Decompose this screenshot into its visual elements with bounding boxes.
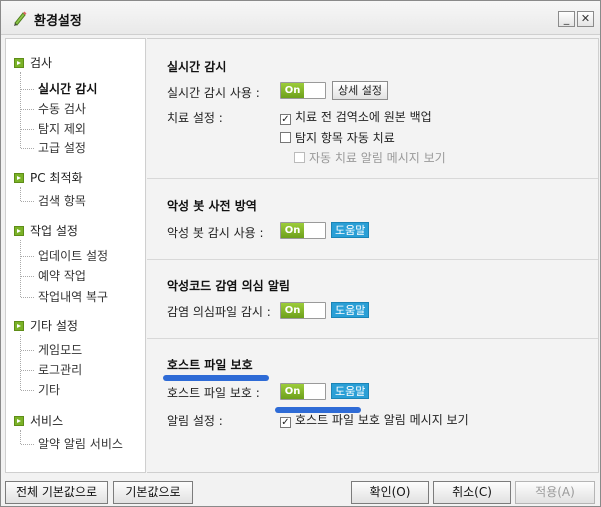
alert-settings-label: 알림 설정 : — [167, 414, 223, 428]
category-label: 작업 설정 — [30, 224, 78, 238]
sidebar-item-scheduled[interactable]: 예약 작업 — [38, 267, 86, 285]
checkbox-box: ✓ — [280, 417, 291, 428]
tree-tick — [21, 350, 34, 351]
toggle-on-label: On — [281, 303, 304, 318]
auto-cure-alert-checkbox[interactable]: 자동 치료 알림 메시지 보기 — [294, 150, 446, 166]
infection-use-label: 감염 의심파일 감시 : — [167, 305, 271, 319]
pencil-icon — [14, 11, 27, 26]
bullet-icon — [14, 416, 24, 426]
botnet-toggle[interactable]: On — [280, 222, 326, 239]
cure-settings-label: 치료 설정 : — [167, 111, 223, 125]
sidebar-category-other[interactable]: 기타 설정 — [14, 317, 78, 335]
sidebar-item-game-mode[interactable]: 게임모드 — [38, 341, 82, 359]
tree-tick — [21, 201, 34, 202]
tree-line — [20, 72, 21, 148]
sidebar-category-service[interactable]: 서비스 — [14, 412, 63, 430]
tree-tick — [21, 129, 34, 130]
tree-tick — [21, 276, 34, 277]
checkbox-label: 호스트 파일 보호 알림 메시지 보기 — [295, 413, 469, 427]
window-title: 환경설정 — [34, 14, 82, 29]
sidebar-item-alyac-alert[interactable]: 알약 알림 서비스 — [38, 435, 123, 453]
section-title: 실시간 감시 — [167, 60, 227, 74]
sidebar-item-manual-scan[interactable]: 수동 검사 — [38, 100, 86, 118]
realtime-toggle[interactable]: On — [280, 82, 326, 99]
checkbox-label: 자동 치료 알림 메시지 보기 — [309, 151, 446, 165]
infection-help-button[interactable]: 도움말 — [331, 302, 370, 318]
bullet-icon — [14, 226, 24, 236]
sidebar-category-tasks[interactable]: 작업 설정 — [14, 222, 78, 240]
hosts-use-label: 호스트 파일 보호 : — [167, 386, 260, 400]
toggle-on-label: On — [281, 83, 304, 98]
minimize-button[interactable]: _ — [558, 11, 575, 27]
section-title: 악성 봇 사전 방역 — [167, 199, 257, 213]
checkbox-box — [294, 152, 305, 163]
apply-button[interactable]: 적용(A) — [515, 481, 595, 504]
close-button[interactable]: ✕ — [577, 11, 594, 27]
sidebar-item-etc[interactable]: 기타 — [38, 381, 60, 399]
tree-tick — [21, 370, 34, 371]
section-hosts: 호스트 파일 보호 호스트 파일 보호 : On 도움말 알림 설정 : ✓ 호스… — [147, 340, 598, 473]
hosts-help-button[interactable]: 도움말 — [331, 383, 370, 399]
section-title: 호스트 파일 보호 — [167, 358, 253, 372]
tree-line — [20, 430, 21, 444]
section-infection: 악성코드 감염 의심 알림 감염 의심파일 감시 : On 도움말 — [147, 261, 598, 339]
settings-window: 환경설정 _ ✕ 검사 실시간 감시 수동 검사 탐지 제외 고급 설정 PC … — [0, 0, 601, 507]
dialog-footer: 전체 기본값으로 기본값으로 확인(O) 취소(C) 적용(A) — [1, 476, 600, 506]
botnet-help-button[interactable]: 도움말 — [331, 222, 370, 238]
checkbox-label: 탐지 항목 자동 치료 — [295, 131, 395, 145]
bullet-icon — [14, 321, 24, 331]
ok-button[interactable]: 확인(O) — [351, 481, 429, 504]
toggle-on-label: On — [281, 384, 304, 399]
sidebar-item-realtime[interactable]: 실시간 감시 — [38, 80, 97, 98]
botnet-use-label: 악성 봇 감시 사용 : — [167, 226, 264, 240]
settings-panel: 실시간 감시 실시간 감시 사용 : On 상세 설정 치료 설정 : ✓ 치료 … — [147, 38, 599, 473]
reset-defaults-button[interactable]: 기본값으로 — [113, 481, 193, 504]
tree-tick — [21, 148, 34, 149]
realtime-use-label: 실시간 감시 사용 : — [167, 86, 260, 100]
sidebar-category-scan[interactable]: 검사 — [14, 54, 52, 72]
category-label: 서비스 — [30, 414, 64, 428]
sidebar-item-history-restore[interactable]: 작업내역 복구 — [38, 288, 108, 306]
category-label: PC 최적화 — [30, 171, 83, 185]
annotation-underline — [163, 375, 269, 381]
tree-tick — [21, 89, 34, 90]
bullet-icon — [14, 58, 24, 68]
tree-line — [20, 240, 21, 297]
section-title: 악성코드 감염 의심 알림 — [167, 279, 290, 293]
tree-tick — [21, 390, 34, 391]
category-label: 검사 — [30, 56, 53, 70]
backup-before-cure-checkbox[interactable]: ✓ 치료 전 검역소에 원본 백업 — [280, 109, 432, 125]
sidebar-item-search-items[interactable]: 검색 항목 — [38, 192, 86, 210]
tree-tick — [21, 297, 34, 298]
tree-tick — [21, 256, 34, 257]
hosts-toggle[interactable]: On — [280, 383, 326, 400]
bullet-icon — [14, 173, 24, 183]
title-bar: 환경설정 _ ✕ — [1, 1, 600, 35]
sidebar-category-pc-optimize[interactable]: PC 최적화 — [14, 169, 83, 187]
detail-settings-button[interactable]: 상세 설정 — [332, 81, 388, 100]
cancel-button[interactable]: 취소(C) — [433, 481, 511, 504]
settings-tree: 검사 실시간 감시 수동 검사 탐지 제외 고급 설정 PC 최적화 검색 항목… — [6, 39, 145, 472]
category-label: 기타 설정 — [30, 319, 78, 333]
checkbox-box: ✓ — [280, 114, 291, 125]
toggle-on-label: On — [281, 223, 304, 238]
checkbox-box — [280, 132, 291, 143]
tree-line — [20, 335, 21, 390]
sidebar-item-exclusion[interactable]: 탐지 제외 — [38, 120, 86, 138]
reset-all-button[interactable]: 전체 기본값으로 — [5, 481, 108, 504]
auto-cure-checkbox[interactable]: 탐지 항목 자동 치료 — [280, 130, 395, 146]
section-botnet: 악성 봇 사전 방역 악성 봇 감시 사용 : On 도움말 — [147, 180, 598, 260]
infection-toggle[interactable]: On — [280, 302, 326, 319]
checkbox-label: 치료 전 검역소에 원본 백업 — [295, 110, 432, 124]
tree-tick — [21, 109, 34, 110]
hosts-alert-checkbox[interactable]: ✓ 호스트 파일 보호 알림 메시지 보기 — [280, 412, 469, 428]
section-realtime: 실시간 감시 실시간 감시 사용 : On 상세 설정 치료 설정 : ✓ 치료 … — [147, 39, 598, 179]
sidebar-item-update[interactable]: 업데이트 설정 — [38, 247, 108, 265]
tree-tick — [21, 444, 34, 445]
sidebar: 검사 실시간 감시 수동 검사 탐지 제외 고급 설정 PC 최적화 검색 항목… — [5, 38, 146, 473]
tree-line — [20, 187, 21, 201]
sidebar-item-log[interactable]: 로그관리 — [38, 361, 82, 379]
sidebar-item-advanced[interactable]: 고급 설정 — [38, 139, 86, 157]
